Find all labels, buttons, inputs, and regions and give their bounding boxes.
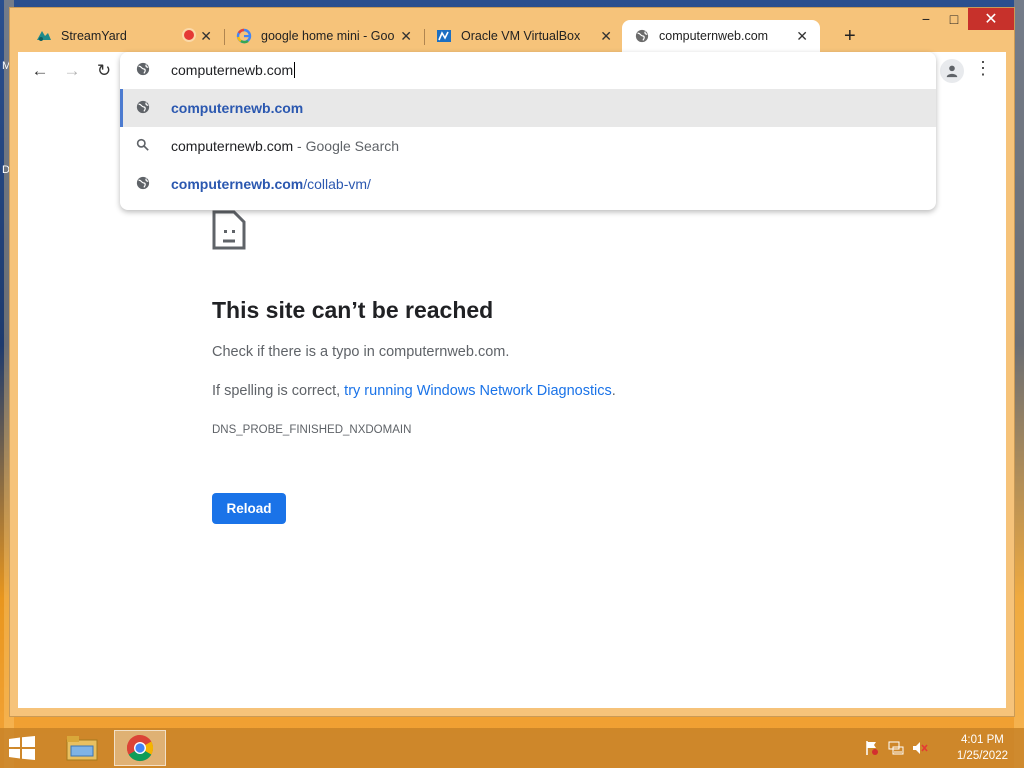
address-input[interactable]: computernewb.com <box>171 62 296 78</box>
reload-page-button[interactable]: ↻ <box>92 60 116 82</box>
back-button[interactable]: ← <box>28 60 52 82</box>
recording-indicator-icon <box>184 30 194 40</box>
globe-icon <box>136 62 150 81</box>
text-caret <box>294 62 296 78</box>
tab-title: computernweb.com <box>659 29 769 43</box>
sad-document-icon <box>212 210 246 255</box>
suggestion-separator: - <box>293 138 306 154</box>
tab-streamyard[interactable]: StreamYard ✕ <box>24 20 224 52</box>
network-diagnostics-link[interactable]: try running Windows Network Diagnostics <box>344 383 612 399</box>
tab-close-button[interactable]: ✕ <box>600 28 612 45</box>
google-icon <box>236 28 252 44</box>
action-center-flag-icon[interactable] <box>864 740 880 761</box>
reload-button[interactable]: Reload <box>212 493 286 524</box>
chrome-menu-button[interactable]: ⋮ <box>974 58 992 79</box>
network-icon[interactable] <box>888 740 904 761</box>
suggestion-text: computernewb.com <box>171 100 303 116</box>
virtualbox-icon <box>436 28 452 44</box>
clock-date: 1/25/2022 <box>956 750 1008 762</box>
tab-google-search[interactable]: google home mini - Goo ✕ <box>224 20 424 52</box>
file-explorer-icon[interactable] <box>56 730 108 766</box>
desktop-edge-text: D <box>2 164 10 176</box>
suggestion-item[interactable]: computernewb.com - Google Search <box>120 127 936 165</box>
clock-time: 4:01 PM <box>961 734 1004 746</box>
volume-muted-icon[interactable] <box>912 740 928 761</box>
suggestion-text: computernewb.com/collab-vm/ <box>171 176 371 192</box>
error-hint-text: If spelling is correct, <box>212 383 345 399</box>
suggestion-source: Google Search <box>305 138 400 154</box>
search-icon <box>136 138 149 154</box>
tab-title: google home mini - Goo <box>261 29 395 43</box>
suggestion-path: /collab-vm/ <box>303 176 371 192</box>
tab-close-button[interactable]: ✕ <box>200 28 212 45</box>
omnibox-dropdown: computernewb.com computernewb.com comput… <box>120 52 936 210</box>
suggestion-query: computernewb.com <box>171 138 294 154</box>
suggestion-item[interactable]: computernewb.com <box>120 89 936 127</box>
error-typo-hint: Check if there is a typo in computernweb… <box>212 344 510 360</box>
error-hint-text: . <box>611 383 616 399</box>
globe-icon <box>136 100 150 117</box>
suggestion-item[interactable]: computernewb.com/collab-vm/ <box>120 165 936 203</box>
error-code: DNS_PROBE_FINISHED_NXDOMAIN <box>212 424 412 436</box>
tab-title: StreamYard <box>61 29 127 43</box>
system-tray <box>864 740 928 761</box>
tab-close-button[interactable]: ✕ <box>796 28 808 45</box>
error-title: This site can’t be reached <box>212 297 494 323</box>
wallpaper-stripe <box>1014 0 1024 768</box>
globe-icon <box>634 28 650 44</box>
suggestion-url: computernewb.com <box>171 176 304 192</box>
chrome-icon[interactable] <box>114 730 166 766</box>
tab-strip: StreamYard ✕ google home mini - Goo ✕ Or… <box>24 20 974 52</box>
tab-computernweb[interactable]: computernweb.com ✕ <box>622 20 820 52</box>
streamyard-icon <box>36 28 52 44</box>
tab-close-button[interactable]: ✕ <box>400 28 412 45</box>
tab-virtualbox[interactable]: Oracle VM VirtualBox ✕ <box>424 20 624 52</box>
globe-icon <box>136 176 150 193</box>
forward-button[interactable]: → <box>60 60 84 82</box>
tab-title: Oracle VM VirtualBox <box>461 29 581 43</box>
new-tab-button[interactable]: + <box>844 25 856 48</box>
taskbar: 4:01 PM 1/25/2022 <box>0 728 1024 768</box>
close-window-button[interactable]: ✕ <box>968 8 1014 30</box>
windows-start-icon[interactable] <box>8 736 36 765</box>
address-input-value: computernewb.com <box>171 62 294 78</box>
error-diagnostics-hint: If spelling is correct, try running Wind… <box>212 383 616 399</box>
suggestion-url: computernewb.com <box>171 100 304 116</box>
taskbar-clock[interactable]: 4:01 PM 1/25/2022 <box>957 732 1008 764</box>
profile-avatar-icon[interactable] <box>940 59 964 83</box>
suggestion-text: computernewb.com - Google Search <box>171 138 399 154</box>
address-bar[interactable]: computernewb.com <box>120 52 936 88</box>
